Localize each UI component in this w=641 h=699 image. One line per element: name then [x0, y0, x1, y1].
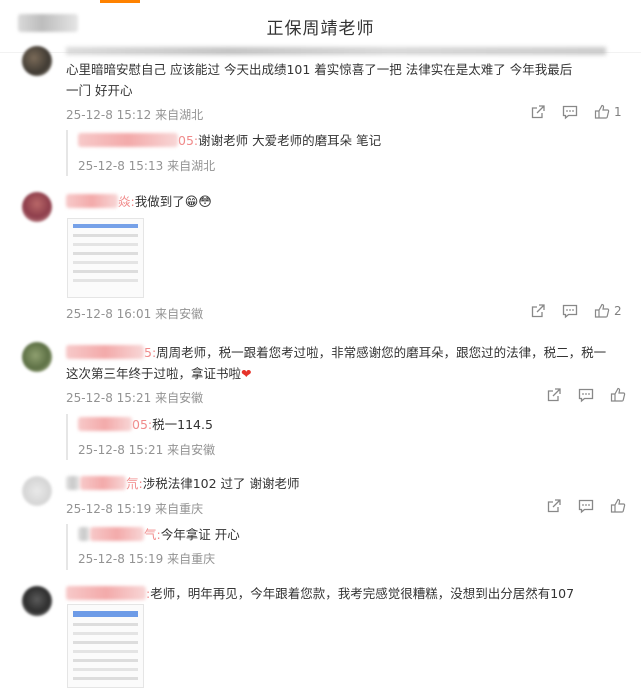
comment-icon	[578, 499, 594, 514]
reply-meta: 25-12-8 15:13 来自湖北	[78, 157, 215, 174]
reply-location: 来自重庆	[167, 552, 216, 566]
reply-divider	[66, 130, 68, 176]
share-icon	[547, 499, 561, 513]
page-title: 正保周靖老师	[266, 19, 375, 39]
comment-time: 25-12-8 15:21	[66, 391, 152, 405]
share-icon	[531, 105, 545, 119]
like-button[interactable]	[610, 498, 626, 514]
comment-button[interactable]	[562, 104, 578, 120]
comment-location: 来自湖北	[155, 108, 204, 122]
reply-time: 25-12-8 15:13	[78, 159, 164, 173]
reply-meta: 25-12-8 15:21 来自安徽	[78, 441, 215, 458]
reply-location: 来自湖北	[167, 159, 216, 173]
like-button[interactable]: 1	[594, 104, 622, 120]
comment-location: 来自重庆	[155, 502, 204, 516]
emoji: 😁😳	[184, 195, 212, 210]
reply-text: 05:税一114.5	[78, 414, 213, 435]
share-button[interactable]	[546, 387, 562, 403]
comment-actions	[546, 387, 636, 407]
reply-meta: 25-12-8 15:19 来自重庆	[78, 550, 215, 567]
blurred-username[interactable]	[66, 345, 144, 359]
comment-actions	[546, 498, 636, 518]
like-icon	[594, 303, 610, 318]
comment-meta: 25-12-8 15:12 来自湖北	[66, 106, 203, 123]
share-button[interactable]	[530, 303, 546, 319]
share-button[interactable]	[546, 498, 562, 514]
avatar[interactable]	[22, 46, 52, 76]
comment-button[interactable]	[578, 498, 594, 514]
like-count: 1	[614, 105, 622, 119]
blurred-username[interactable]	[66, 476, 80, 490]
comment-text: 氘:涉税法律102 过了 谢谢老师	[66, 473, 300, 494]
share-button[interactable]	[530, 104, 546, 120]
comment-time: 25-12-8 16:01	[66, 307, 152, 321]
comment-meta: 25-12-8 15:19 来自重庆	[66, 500, 203, 517]
like-button[interactable]	[610, 387, 626, 403]
comment-icon	[562, 105, 578, 120]
avatar[interactable]	[22, 192, 52, 222]
comment-icon	[562, 304, 578, 319]
comment-location: 来自安徽	[155, 391, 204, 405]
heart-icon: ❤	[241, 366, 252, 381]
comment-time: 25-12-8 15:19	[66, 502, 152, 516]
avatar[interactable]	[22, 342, 52, 372]
share-icon	[531, 304, 545, 318]
comment-location: 来自安徽	[155, 307, 204, 321]
comment-button[interactable]	[562, 303, 578, 319]
reply-divider	[66, 414, 68, 460]
blurred-username[interactable]	[66, 194, 118, 208]
comment-actions: 1	[530, 104, 630, 124]
comment-actions: 2	[530, 303, 630, 323]
like-button[interactable]: 2	[594, 303, 622, 319]
like-icon	[594, 104, 610, 119]
comment-image[interactable]	[67, 218, 144, 298]
comment-text-line: 心里暗暗安慰自己 应该能过 今天出成绩101 着实惊喜了一把 法律实在是太难了 …	[66, 62, 573, 77]
reply-divider	[66, 524, 68, 570]
comment-meta: 25-12-8 16:01 来自安徽	[66, 305, 203, 322]
reply-text: 气:今年拿证 开心	[78, 524, 240, 545]
reply-text: 05:谢谢老师 大爱老师的磨耳朵 笔记	[78, 130, 381, 151]
blurred-username[interactable]	[78, 527, 90, 541]
like-icon	[610, 498, 626, 513]
comment-button[interactable]	[578, 387, 594, 403]
comment-time: 25-12-8 15:12	[66, 108, 152, 122]
comment-text-line: 5:周周老师，税一跟着您考过啦，非常感谢您的磨耳朵，跟您过的法律，税二，税一	[66, 342, 606, 363]
reply-time: 25-12-8 15:19	[78, 552, 164, 566]
comment-text: 焱:我做到了😁😳	[66, 191, 212, 213]
like-icon	[610, 387, 626, 402]
comment-meta: 25-12-8 15:21 来自安徽	[66, 389, 203, 406]
avatar[interactable]	[22, 586, 52, 616]
avatar[interactable]	[22, 476, 52, 506]
comment-text: :老师，明年再见，今年跟着您款，我考完感觉很糟糕，没想到出分居然有107	[66, 583, 574, 604]
page-header: 正保周靖老师	[0, 0, 641, 53]
comment-image[interactable]	[67, 604, 144, 688]
blurred-first-line	[66, 47, 606, 55]
share-icon	[547, 388, 561, 402]
blurred-username[interactable]	[78, 417, 132, 431]
blurred-username[interactable]	[66, 586, 146, 600]
blurred-username[interactable]	[78, 133, 178, 147]
header-accent	[100, 0, 140, 3]
comment-text-line: 一门 好开心	[66, 83, 133, 98]
comment-icon	[578, 388, 594, 403]
reply-time: 25-12-8 15:21	[78, 443, 164, 457]
reply-location: 来自安徽	[167, 443, 216, 457]
comment-text-line: 这次第三年终于过啦，拿证书啦❤	[66, 366, 252, 381]
like-count: 2	[614, 304, 622, 318]
